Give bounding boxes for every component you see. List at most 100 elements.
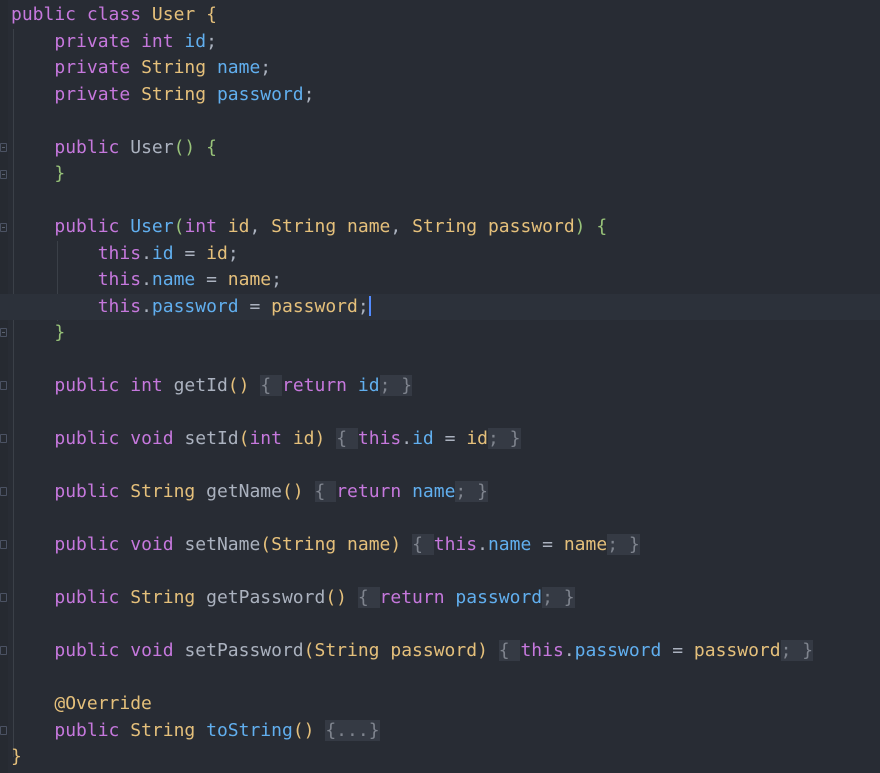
- fold-marker[interactable]: [0, 593, 7, 602]
- code-token: id: [227, 216, 250, 237]
- code-token: ; }: [379, 375, 413, 396]
- code-line[interactable]: public void setId(int id) { this.id = id…: [11, 426, 521, 452]
- code-line[interactable]: public void setPassword(String password)…: [11, 638, 814, 664]
- code-token: public: [54, 428, 120, 449]
- code-token: {: [596, 216, 608, 237]
- code-token: this: [97, 269, 142, 290]
- code-token: class: [86, 4, 142, 25]
- code-token: getPassword: [206, 587, 326, 608]
- fold-marker[interactable]: [0, 646, 7, 655]
- code-token: name: [412, 481, 456, 502]
- code-line[interactable]: public User() {: [11, 135, 217, 161]
- code-token: ;: [303, 84, 315, 105]
- code-token: id: [412, 428, 434, 449]
- code-token: ; }: [780, 640, 814, 661]
- code-token: String: [141, 84, 207, 105]
- code-token: }: [54, 322, 66, 343]
- current-code-line[interactable]: this.password = password;: [0, 294, 880, 320]
- fold-marker[interactable]: [0, 487, 7, 496]
- code-token: (: [260, 534, 272, 555]
- code-line[interactable]: private String password;: [11, 82, 314, 108]
- fold-marker[interactable]: [0, 223, 7, 232]
- code-token: password: [487, 216, 575, 237]
- code-token: private: [54, 57, 131, 78]
- code-line-content: this.password = password;: [0, 296, 371, 317]
- code-token: String: [130, 720, 196, 741]
- code-token: name: [347, 216, 391, 237]
- code-token: name: [563, 534, 608, 555]
- code-token: return: [336, 481, 402, 502]
- code-token: ): [314, 428, 326, 449]
- code-token: private: [54, 31, 131, 52]
- code-token: ,: [249, 216, 261, 237]
- code-token: void: [130, 640, 174, 661]
- code-token: ; }: [542, 587, 575, 608]
- code-token: String: [130, 481, 196, 502]
- code-line[interactable]: }: [11, 744, 22, 770]
- code-line[interactable]: this.id = id;: [11, 241, 239, 267]
- code-token: name: [347, 534, 391, 555]
- code-token: ;: [271, 269, 282, 290]
- code-token: id: [466, 428, 488, 449]
- code-token: getId: [173, 375, 228, 396]
- code-token: {: [206, 137, 217, 158]
- code-token: .: [141, 243, 152, 264]
- code-line[interactable]: private int id;: [11, 29, 217, 55]
- code-line[interactable]: }: [11, 320, 65, 346]
- fold-marker[interactable]: [0, 381, 7, 390]
- code-line[interactable]: public class User {: [11, 2, 217, 28]
- code-line[interactable]: }: [11, 161, 65, 187]
- code-token: ;: [227, 243, 239, 264]
- code-token: public: [54, 481, 120, 502]
- code-token: =: [672, 640, 684, 661]
- code-editor[interactable]: public class User { private int id; priv…: [0, 0, 880, 773]
- code-token: this: [97, 243, 142, 264]
- code-line[interactable]: public User(int id, String name, String …: [11, 214, 607, 240]
- code-token: setId: [184, 428, 239, 449]
- code-token: this: [97, 296, 142, 317]
- code-line[interactable]: this.name = name;: [11, 267, 282, 293]
- code-token: {: [412, 534, 434, 555]
- code-token: name: [151, 269, 196, 290]
- code-line[interactable]: public String getPassword() { return pas…: [11, 585, 575, 611]
- code-token: ; }: [488, 428, 521, 449]
- code-token: password: [574, 640, 662, 661]
- code-token: =: [542, 534, 553, 555]
- code-token: getName: [206, 481, 282, 502]
- code-token: this: [433, 534, 478, 555]
- code-token: void: [130, 428, 174, 449]
- code-token: public: [11, 4, 77, 25]
- code-line[interactable]: public int getId() { return id; }: [11, 373, 413, 399]
- fold-marker[interactable]: [0, 434, 7, 443]
- code-token: User: [130, 137, 174, 158]
- fold-marker[interactable]: [0, 170, 7, 179]
- code-token: =: [444, 428, 456, 449]
- fold-marker[interactable]: [0, 328, 7, 337]
- code-token: (): [173, 137, 196, 158]
- code-token: String: [271, 216, 337, 237]
- code-token: int: [184, 216, 217, 237]
- code-line[interactable]: public String toString() {...}: [11, 718, 380, 744]
- code-token: .: [141, 269, 152, 290]
- code-token: public: [54, 534, 120, 555]
- code-line[interactable]: public void setName(String name) { this.…: [11, 532, 640, 558]
- code-token: ; }: [607, 534, 640, 555]
- code-line[interactable]: @Override: [11, 691, 152, 717]
- code-token: id: [357, 375, 380, 396]
- code-token: int: [130, 375, 163, 396]
- code-token: ;: [260, 57, 272, 78]
- code-token: password: [271, 296, 358, 317]
- fold-marker[interactable]: [0, 143, 7, 152]
- code-token: ): [477, 640, 488, 661]
- code-token: User: [151, 4, 196, 25]
- code-token: id: [292, 428, 315, 449]
- fold-marker[interactable]: [0, 540, 7, 549]
- code-line[interactable]: private String name;: [11, 55, 271, 81]
- code-token: int: [141, 31, 174, 52]
- code-token: void: [130, 534, 174, 555]
- code-token: =: [249, 296, 261, 317]
- code-line[interactable]: public String getName() { return name; }: [11, 479, 488, 505]
- code-token: name: [487, 534, 532, 555]
- fold-marker[interactable]: [0, 726, 7, 735]
- code-token: id: [184, 31, 207, 52]
